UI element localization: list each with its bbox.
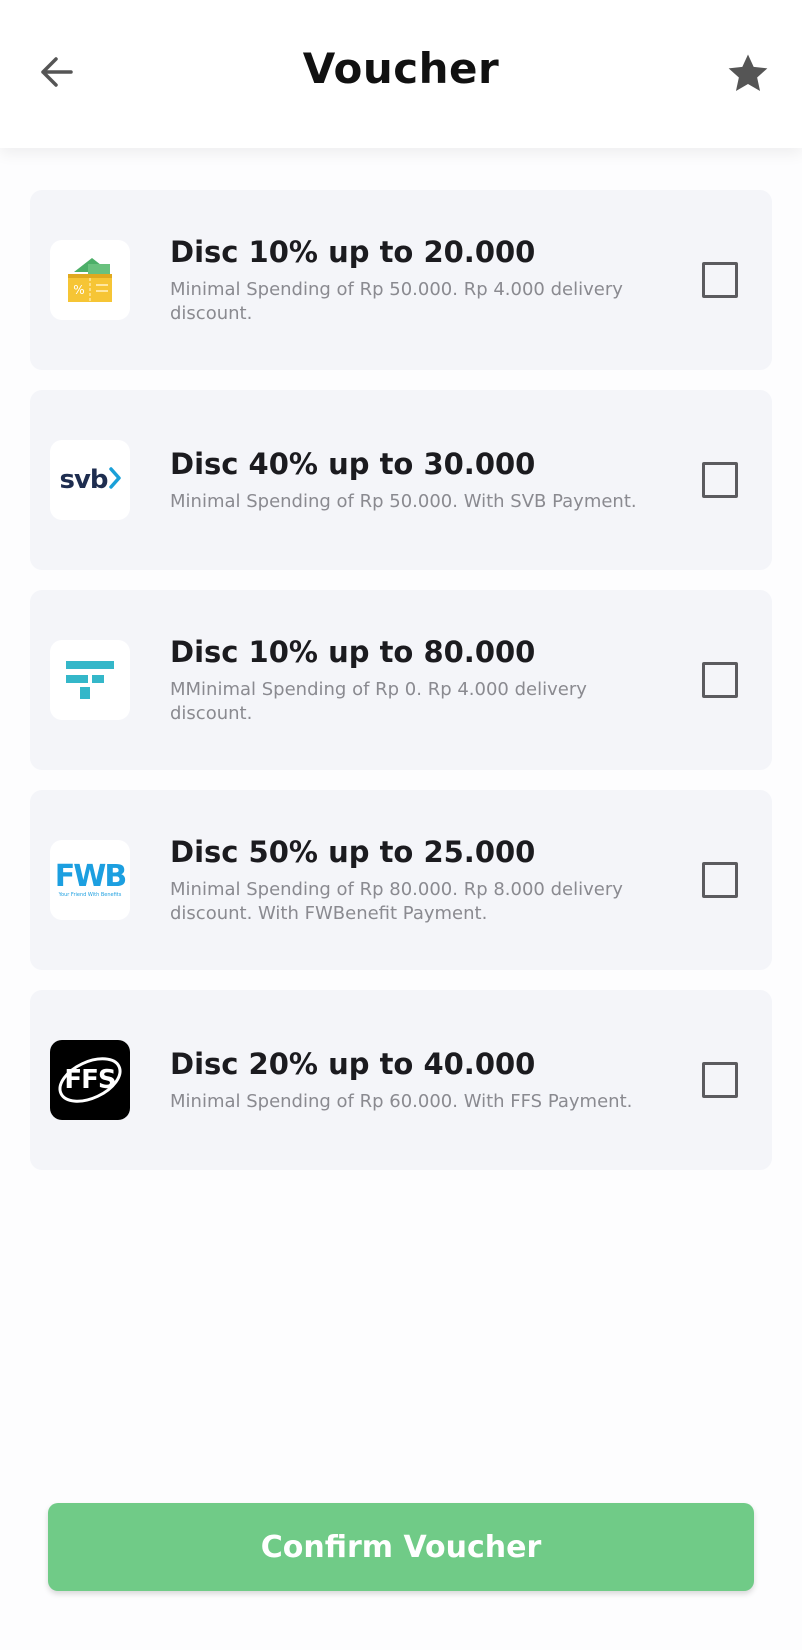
voucher-description: Minimal Spending of Rp 60.000. With FFS … bbox=[170, 1091, 633, 1112]
voucher-title: Disc 10% up to 80.000 bbox=[170, 635, 536, 669]
voucher-title: Disc 20% up to 40.000 bbox=[170, 1047, 536, 1081]
voucher-title: Disc 50% up to 25.000 bbox=[170, 835, 536, 869]
voucher-card[interactable]: FWB Your Friend With Benefits Disc 50% u… bbox=[30, 790, 772, 970]
voucher-text: Disc 50% up to 25.000 Minimal Spending o… bbox=[170, 790, 650, 970]
voucher-checkbox[interactable] bbox=[702, 662, 738, 698]
voucher-card[interactable]: FFS Disc 20% up to 40.000 Minimal Spendi… bbox=[30, 990, 772, 1170]
fwb-logo: FWB Your Friend With Benefits bbox=[50, 840, 130, 920]
voucher-text: Disc 20% up to 40.000 Minimal Spending o… bbox=[170, 990, 650, 1170]
ticket-wallet-logo: % bbox=[50, 240, 130, 320]
app-header: Voucher bbox=[0, 0, 802, 148]
star-icon bbox=[726, 53, 770, 99]
voucher-text: Disc 10% up to 80.000 MMinimal Spending … bbox=[170, 590, 650, 770]
favorite-button[interactable] bbox=[722, 50, 774, 102]
voucher-checkbox[interactable] bbox=[702, 262, 738, 298]
fwb-logo-subtext: Your Friend With Benefits bbox=[58, 891, 122, 898]
voucher-list: % Disc 10% up to 20.000 Minimal Spending… bbox=[30, 190, 772, 1190]
f-bars-logo bbox=[50, 640, 130, 720]
voucher-checkbox[interactable] bbox=[702, 862, 738, 898]
voucher-description: Minimal Spending of Rp 50.000. With SVB … bbox=[170, 491, 637, 512]
chevron-right-icon bbox=[108, 466, 121, 494]
fwb-logo-text: FWB bbox=[54, 858, 127, 894]
confirm-voucher-button[interactable]: Confirm Voucher bbox=[48, 1503, 754, 1591]
voucher-description: Minimal Spending of Rp 50.000. Rp 4.000 … bbox=[170, 279, 623, 324]
svb-logo: svb bbox=[50, 440, 130, 520]
voucher-checkbox[interactable] bbox=[702, 462, 738, 498]
voucher-description: Minimal Spending of Rp 80.000. Rp 8.000 … bbox=[170, 879, 623, 924]
voucher-screen: Voucher % Disc 10% up to 20.000 Minimal … bbox=[0, 0, 802, 1650]
voucher-text: Disc 10% up to 20.000 Minimal Spending o… bbox=[170, 190, 650, 370]
voucher-checkbox[interactable] bbox=[702, 1062, 738, 1098]
voucher-card[interactable]: Disc 10% up to 80.000 MMinimal Spending … bbox=[30, 590, 772, 770]
ffs-logo-text: FFS bbox=[64, 1065, 116, 1095]
voucher-description: MMinimal Spending of Rp 0. Rp 4.000 deli… bbox=[170, 679, 587, 724]
voucher-title: Disc 10% up to 20.000 bbox=[170, 235, 536, 269]
voucher-card[interactable]: % Disc 10% up to 20.000 Minimal Spending… bbox=[30, 190, 772, 370]
svb-logo-text: svb bbox=[59, 465, 108, 495]
voucher-title: Disc 40% up to 30.000 bbox=[170, 447, 536, 481]
voucher-card[interactable]: svb Disc 40% up to 30.000 Minimal Spendi… bbox=[30, 390, 772, 570]
ffs-logo: FFS bbox=[50, 1040, 130, 1120]
voucher-text: Disc 40% up to 30.000 Minimal Spending o… bbox=[170, 390, 650, 570]
svg-text:%: % bbox=[73, 283, 84, 297]
page-title: Voucher bbox=[302, 44, 500, 93]
